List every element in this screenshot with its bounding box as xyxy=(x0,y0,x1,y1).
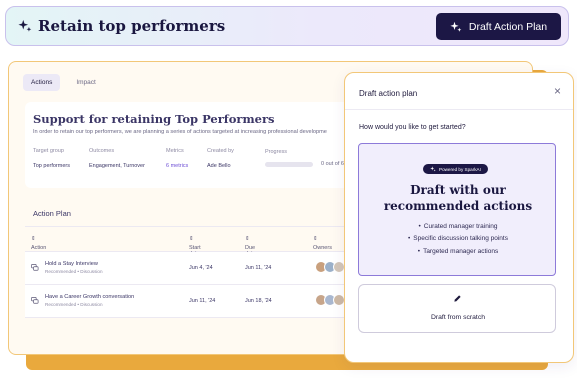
action-name: Have a Career Growth conversation xyxy=(45,294,135,300)
field-created-by: Created by Ade Bello xyxy=(207,148,234,169)
tab-impact[interactable]: Impact xyxy=(68,74,104,91)
table-row[interactable]: Have a Career Growth conversation Recomm… xyxy=(25,285,355,318)
sparkle-icon xyxy=(18,19,32,32)
tab-actions[interactable]: Actions xyxy=(23,74,61,91)
owner-avatars xyxy=(315,294,345,306)
recommended-heading-line1: Draft with our xyxy=(410,183,506,197)
draft-action-plan-panel: Draft action plan × How would you like t… xyxy=(344,72,574,363)
tab-bar: Actions Impact xyxy=(23,74,104,91)
column-header-owners[interactable]: Owners ⇕ xyxy=(313,236,332,251)
start-date: Jun 11, '24 xyxy=(189,298,216,304)
field-label: Target group xyxy=(33,148,64,154)
powered-by-badge: Powered by SparkAI xyxy=(423,164,488,174)
sparkle-icon xyxy=(450,21,462,32)
action-name: Hold a Stay Interview xyxy=(45,261,98,267)
action-tag: Recommended • Discussion xyxy=(45,269,103,274)
table-row[interactable]: Hold a Stay Interview Recommended • Disc… xyxy=(25,252,355,285)
field-label: Metrics xyxy=(166,148,184,154)
action-tag: Recommended • Discussion xyxy=(45,302,103,307)
list-item: Specific discussion talking points xyxy=(359,235,557,242)
owner-avatars xyxy=(315,261,345,273)
due-date: Jun 18, '24 xyxy=(245,298,272,304)
chat-icon xyxy=(31,297,39,304)
column-header-due-date[interactable]: Due date ⇕ xyxy=(245,236,256,257)
list-item: Targeted manager actions xyxy=(359,248,557,255)
due-date: Jun 11, '24 xyxy=(245,265,272,271)
chat-icon xyxy=(31,264,39,271)
column-header-action[interactable]: Action ⇕ xyxy=(31,236,46,251)
field-outcomes: Outcomes Engagement, Turnover xyxy=(89,148,145,169)
field-target-group: Target group Top performers xyxy=(33,148,70,169)
list-item: Curated manager training xyxy=(359,223,557,230)
field-metrics: Metrics 6 metrics xyxy=(166,148,188,169)
scratch-label: Draft from scratch xyxy=(430,314,485,321)
table-header: Action ⇕ Start date ⇕ Due date ⇕ Owners … xyxy=(25,226,355,257)
header-banner: Retain top performers Draft Action Plan xyxy=(5,6,569,46)
column-header-start-date[interactable]: Start date ⇕ xyxy=(189,236,201,257)
summary-description: In order to retain our top performers, w… xyxy=(33,129,327,135)
action-plan-table: Action ⇕ Start date ⇕ Due date ⇕ Owners … xyxy=(25,226,355,318)
start-date: Jun 4, '24 xyxy=(189,265,213,271)
field-value: Ade Bello xyxy=(207,163,231,169)
pencil-icon xyxy=(454,295,461,302)
sparkle-icon xyxy=(430,166,436,172)
draft-action-plan-button[interactable]: Draft Action Plan xyxy=(436,13,561,40)
summary-title: Support for retaining Top Performers xyxy=(33,112,275,126)
summary-panel: Support for retaining Top Performers In … xyxy=(25,102,365,188)
draft-action-plan-label: Draft Action Plan xyxy=(468,20,548,33)
recommended-list: Curated manager training Specific discus… xyxy=(359,223,557,260)
badge-label: Powered by SparkAI xyxy=(439,166,481,172)
page-title: Retain top performers xyxy=(38,17,226,35)
panel-title: Draft action plan xyxy=(359,89,418,98)
metrics-link[interactable]: 6 metrics xyxy=(166,163,188,169)
field-value: Engagement, Turnover xyxy=(89,163,145,169)
divider xyxy=(345,109,573,110)
close-icon[interactable]: × xyxy=(554,84,561,98)
recommended-actions-option[interactable]: Powered by SparkAI Draft with our recomm… xyxy=(358,143,556,276)
field-label: Outcomes xyxy=(89,148,115,154)
recommended-heading-line2: recommended actions xyxy=(383,199,533,213)
field-progress: Progress xyxy=(265,149,287,155)
start-question: How would you like to get started? xyxy=(359,124,466,131)
field-label: Created by xyxy=(207,148,234,154)
draft-from-scratch-option[interactable]: Draft from scratch xyxy=(358,284,556,333)
field-label: Progress xyxy=(265,149,288,155)
action-plan-heading: Action Plan xyxy=(33,209,71,218)
field-value: Top performers xyxy=(33,163,70,169)
progress-bar xyxy=(265,162,313,167)
